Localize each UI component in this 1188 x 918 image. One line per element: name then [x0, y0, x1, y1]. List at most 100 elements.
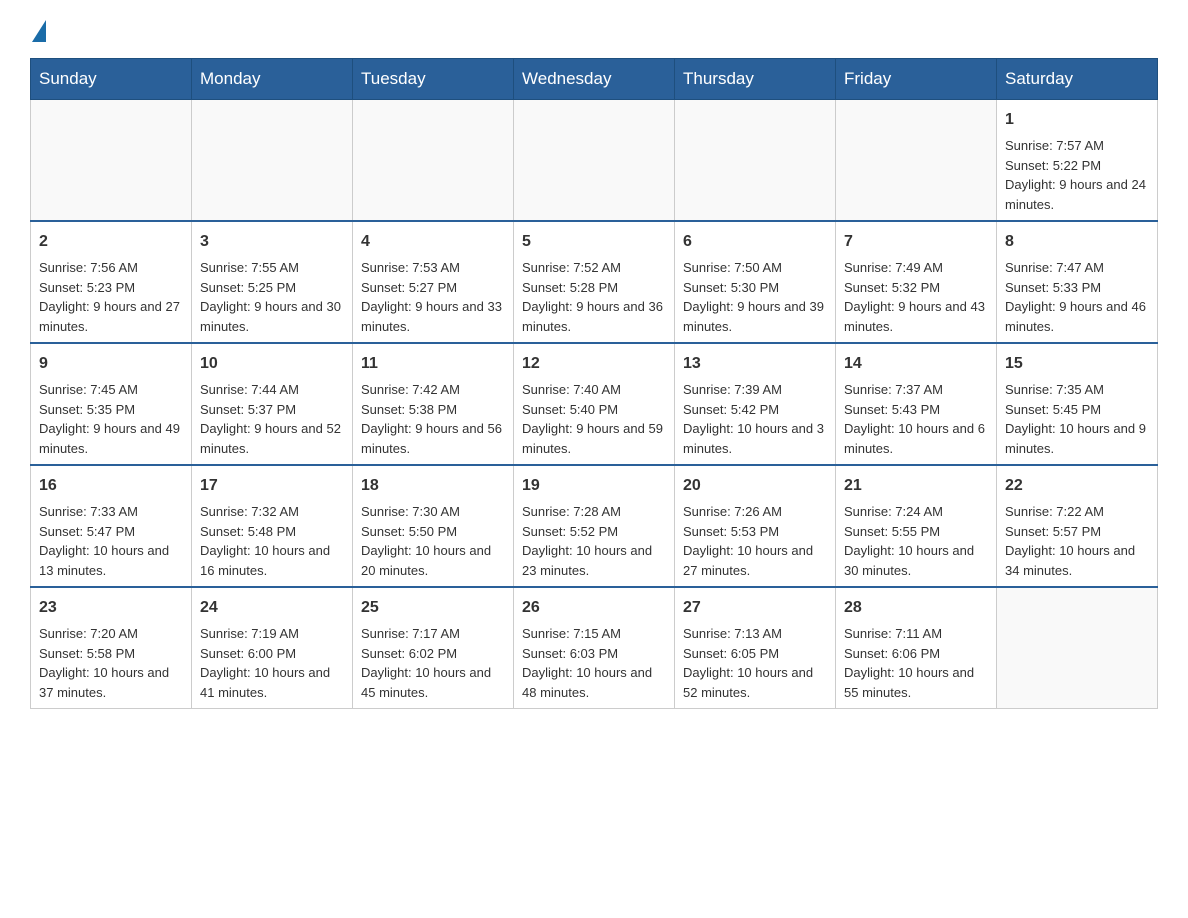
day-info: Sunrise: 7:44 AMSunset: 5:37 PMDaylight:…: [200, 380, 344, 458]
calendar-day-cell: 17 Sunrise: 7:32 AMSunset: 5:48 PMDayligh…: [192, 465, 353, 587]
day-info: Sunrise: 7:42 AMSunset: 5:38 PMDaylight:…: [361, 380, 505, 458]
calendar-table: SundayMondayTuesdayWednesdayThursdayFrid…: [30, 58, 1158, 709]
day-info: Sunrise: 7:11 AMSunset: 6:06 PMDaylight:…: [844, 624, 988, 702]
calendar-day-cell: 24 Sunrise: 7:19 AMSunset: 6:00 PMDayligh…: [192, 587, 353, 709]
day-info: Sunrise: 7:15 AMSunset: 6:03 PMDaylight:…: [522, 624, 666, 702]
logo: [30, 20, 46, 38]
day-info: Sunrise: 7:45 AMSunset: 5:35 PMDaylight:…: [39, 380, 183, 458]
day-number: 4: [361, 230, 505, 254]
calendar-day-cell: 12 Sunrise: 7:40 AMSunset: 5:40 PMDayligh…: [514, 343, 675, 465]
day-info: Sunrise: 7:37 AMSunset: 5:43 PMDaylight:…: [844, 380, 988, 458]
calendar-day-cell: 16Sunrise: 7:33 AMSunset: 5:47 PMDayligh…: [31, 465, 192, 587]
calendar-week-row: 9 Sunrise: 7:45 AMSunset: 5:35 PMDaylight…: [31, 343, 1158, 465]
calendar-day-cell: 14 Sunrise: 7:37 AMSunset: 5:43 PMDayligh…: [836, 343, 997, 465]
page-header: [30, 20, 1158, 38]
calendar-header-row: SundayMondayTuesdayWednesdayThursdayFrid…: [31, 59, 1158, 100]
day-number: 13: [683, 352, 827, 376]
calendar-day-cell: 6 Sunrise: 7:50 AMSunset: 5:30 PMDaylight…: [675, 221, 836, 343]
calendar-day-cell: 3Sunrise: 7:55 AMSunset: 5:25 PMDaylight…: [192, 221, 353, 343]
calendar-day-cell: [675, 100, 836, 222]
day-number: 16: [39, 474, 183, 498]
calendar-day-cell: 1 Sunrise: 7:57 AMSunset: 5:22 PMDaylight…: [997, 100, 1158, 222]
day-number: 20: [683, 474, 827, 498]
day-info: Sunrise: 7:53 AMSunset: 5:27 PMDaylight:…: [361, 258, 505, 336]
day-number: 7: [844, 230, 988, 254]
day-info: Sunrise: 7:30 AMSunset: 5:50 PMDaylight:…: [361, 502, 505, 580]
calendar-day-cell: [997, 587, 1158, 709]
day-number: 6: [683, 230, 827, 254]
day-number: 27: [683, 596, 827, 620]
day-number: 21: [844, 474, 988, 498]
calendar-day-cell: 10 Sunrise: 7:44 AMSunset: 5:37 PMDayligh…: [192, 343, 353, 465]
day-info: Sunrise: 7:19 AMSunset: 6:00 PMDaylight:…: [200, 624, 344, 702]
day-number: 28: [844, 596, 988, 620]
day-info: Sunrise: 7:56 AMSunset: 5:23 PMDaylight:…: [39, 258, 183, 336]
day-info: Sunrise: 7:40 AMSunset: 5:40 PMDaylight:…: [522, 380, 666, 458]
day-number: 10: [200, 352, 344, 376]
calendar-day-cell: [31, 100, 192, 222]
calendar-week-row: 16Sunrise: 7:33 AMSunset: 5:47 PMDayligh…: [31, 465, 1158, 587]
day-info: Sunrise: 7:49 AMSunset: 5:32 PMDaylight:…: [844, 258, 988, 336]
calendar-day-cell: [192, 100, 353, 222]
day-info: Sunrise: 7:35 AMSunset: 5:45 PMDaylight:…: [1005, 380, 1149, 458]
calendar-day-cell: 27 Sunrise: 7:13 AMSunset: 6:05 PMDayligh…: [675, 587, 836, 709]
day-of-week-header: Tuesday: [353, 59, 514, 100]
calendar-day-cell: 19Sunrise: 7:28 AMSunset: 5:52 PMDayligh…: [514, 465, 675, 587]
calendar-day-cell: 23Sunrise: 7:20 AMSunset: 5:58 PMDayligh…: [31, 587, 192, 709]
day-info: Sunrise: 7:39 AMSunset: 5:42 PMDaylight:…: [683, 380, 827, 458]
calendar-day-cell: 5 Sunrise: 7:52 AMSunset: 5:28 PMDaylight…: [514, 221, 675, 343]
calendar-day-cell: 22 Sunrise: 7:22 AMSunset: 5:57 PMDayligh…: [997, 465, 1158, 587]
day-info: Sunrise: 7:17 AMSunset: 6:02 PMDaylight:…: [361, 624, 505, 702]
calendar-day-cell: 18 Sunrise: 7:30 AMSunset: 5:50 PMDayligh…: [353, 465, 514, 587]
day-number: 25: [361, 596, 505, 620]
calendar-day-cell: 20 Sunrise: 7:26 AMSunset: 5:53 PMDayligh…: [675, 465, 836, 587]
calendar-day-cell: 8 Sunrise: 7:47 AMSunset: 5:33 PMDaylight…: [997, 221, 1158, 343]
day-number: 8: [1005, 230, 1149, 254]
calendar-week-row: 2 Sunrise: 7:56 AMSunset: 5:23 PMDaylight…: [31, 221, 1158, 343]
calendar-day-cell: 25 Sunrise: 7:17 AMSunset: 6:02 PMDayligh…: [353, 587, 514, 709]
calendar-day-cell: 11 Sunrise: 7:42 AMSunset: 5:38 PMDayligh…: [353, 343, 514, 465]
day-number: 26: [522, 596, 666, 620]
calendar-day-cell: 15 Sunrise: 7:35 AMSunset: 5:45 PMDayligh…: [997, 343, 1158, 465]
day-number: 15: [1005, 352, 1149, 376]
day-info: Sunrise: 7:20 AMSunset: 5:58 PMDaylight:…: [39, 624, 183, 702]
day-number: 11: [361, 352, 505, 376]
calendar-day-cell: 2 Sunrise: 7:56 AMSunset: 5:23 PMDaylight…: [31, 221, 192, 343]
day-number: 14: [844, 352, 988, 376]
logo-arrow-icon: [32, 20, 46, 42]
day-number: 1: [1005, 108, 1149, 132]
day-of-week-header: Thursday: [675, 59, 836, 100]
calendar-day-cell: 9 Sunrise: 7:45 AMSunset: 5:35 PMDaylight…: [31, 343, 192, 465]
day-number: 12: [522, 352, 666, 376]
day-info: Sunrise: 7:32 AMSunset: 5:48 PMDaylight:…: [200, 502, 344, 580]
day-number: 17: [200, 474, 344, 498]
calendar-day-cell: [836, 100, 997, 222]
day-info: Sunrise: 7:24 AMSunset: 5:55 PMDaylight:…: [844, 502, 988, 580]
day-info: Sunrise: 7:13 AMSunset: 6:05 PMDaylight:…: [683, 624, 827, 702]
day-info: Sunrise: 7:22 AMSunset: 5:57 PMDaylight:…: [1005, 502, 1149, 580]
calendar-week-row: 23Sunrise: 7:20 AMSunset: 5:58 PMDayligh…: [31, 587, 1158, 709]
day-number: 22: [1005, 474, 1149, 498]
day-of-week-header: Wednesday: [514, 59, 675, 100]
day-of-week-header: Friday: [836, 59, 997, 100]
day-number: 24: [200, 596, 344, 620]
day-info: Sunrise: 7:52 AMSunset: 5:28 PMDaylight:…: [522, 258, 666, 336]
day-of-week-header: Sunday: [31, 59, 192, 100]
day-info: Sunrise: 7:47 AMSunset: 5:33 PMDaylight:…: [1005, 258, 1149, 336]
day-number: 9: [39, 352, 183, 376]
calendar-day-cell: 13 Sunrise: 7:39 AMSunset: 5:42 PMDayligh…: [675, 343, 836, 465]
calendar-week-row: 1 Sunrise: 7:57 AMSunset: 5:22 PMDaylight…: [31, 100, 1158, 222]
day-number: 2: [39, 230, 183, 254]
day-of-week-header: Saturday: [997, 59, 1158, 100]
day-info: Sunrise: 7:28 AMSunset: 5:52 PMDaylight:…: [522, 502, 666, 580]
day-number: 3: [200, 230, 344, 254]
day-number: 5: [522, 230, 666, 254]
calendar-day-cell: [514, 100, 675, 222]
day-info: Sunrise: 7:26 AMSunset: 5:53 PMDaylight:…: [683, 502, 827, 580]
day-of-week-header: Monday: [192, 59, 353, 100]
calendar-day-cell: 7 Sunrise: 7:49 AMSunset: 5:32 PMDaylight…: [836, 221, 997, 343]
day-info: Sunrise: 7:57 AMSunset: 5:22 PMDaylight:…: [1005, 136, 1149, 214]
calendar-day-cell: 26 Sunrise: 7:15 AMSunset: 6:03 PMDayligh…: [514, 587, 675, 709]
day-info: Sunrise: 7:50 AMSunset: 5:30 PMDaylight:…: [683, 258, 827, 336]
day-number: 18: [361, 474, 505, 498]
